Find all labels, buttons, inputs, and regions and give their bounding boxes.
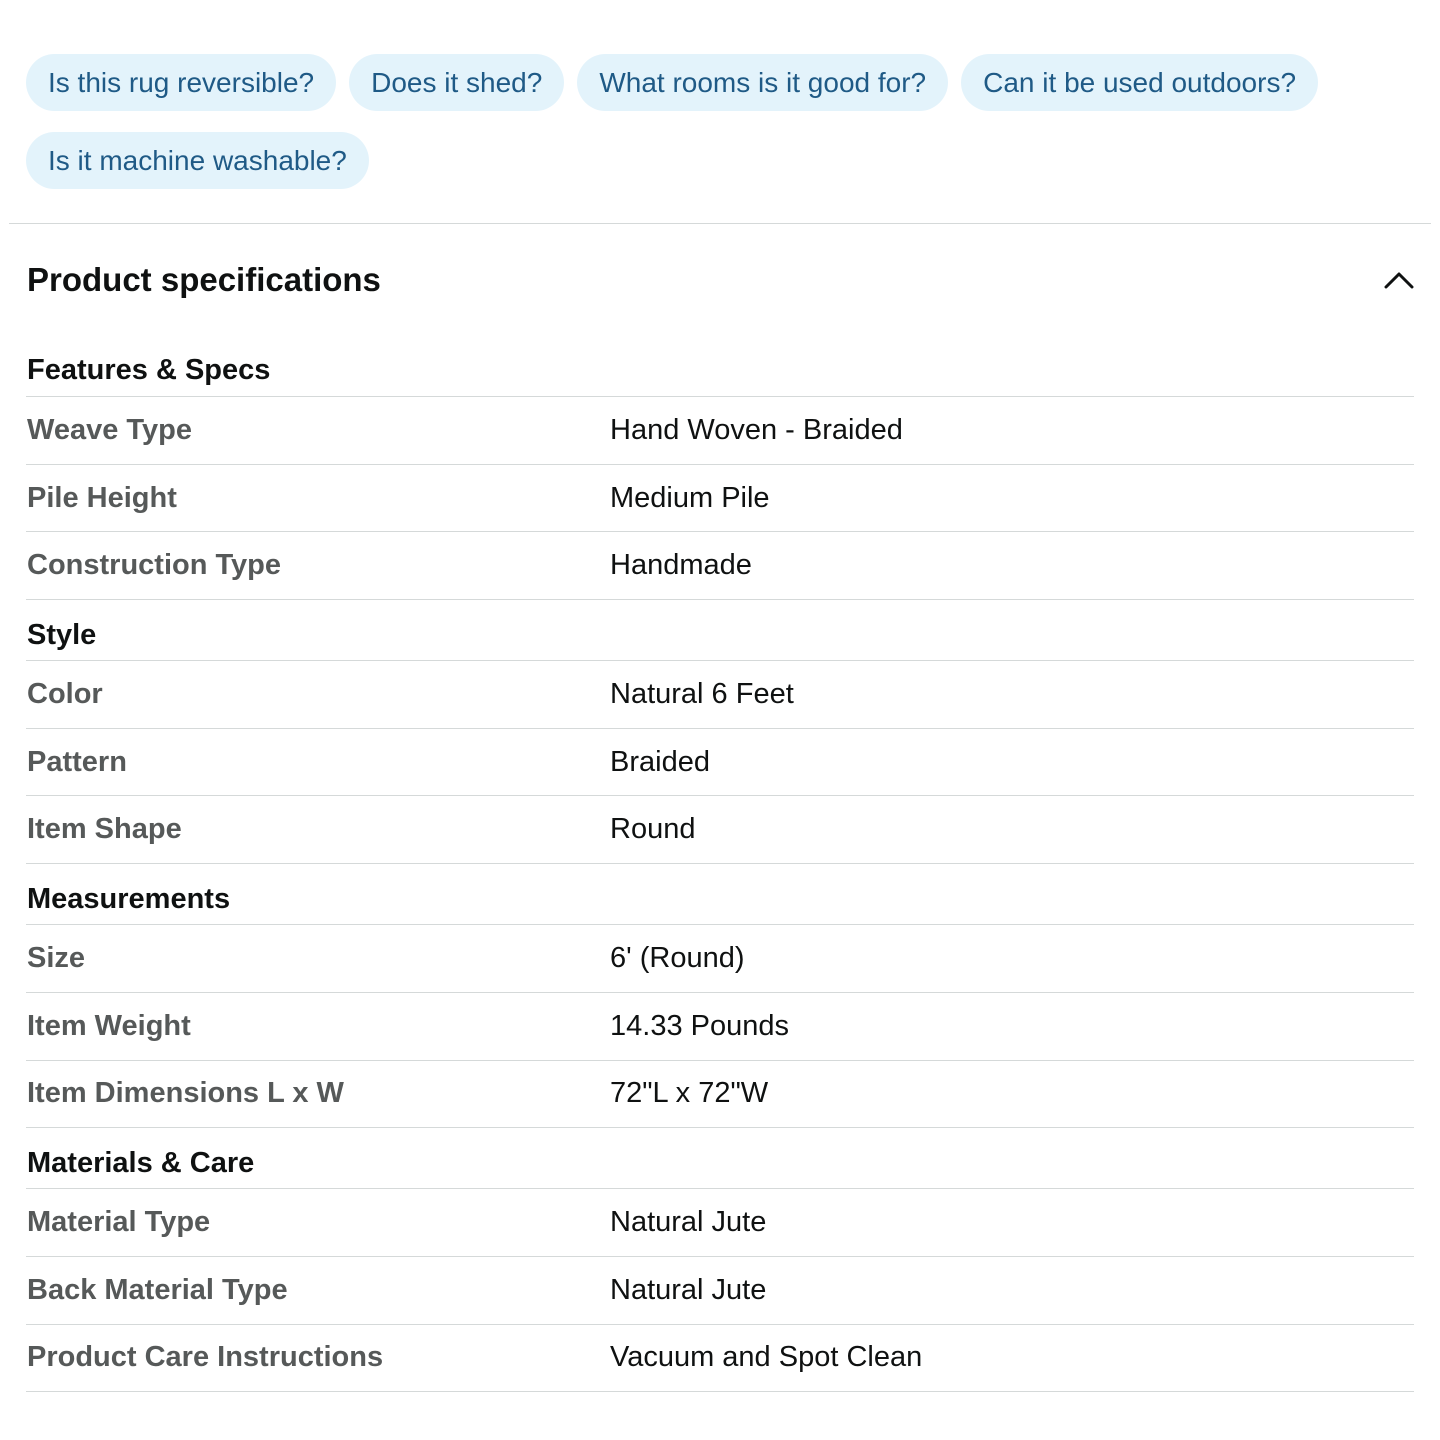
spec-label: Material Type (27, 1206, 211, 1239)
spec-value: Natural 6 Feet (610, 677, 794, 710)
spec-label: Product Care Instructions (27, 1341, 384, 1374)
group-title: Materials & Care (26, 1128, 1414, 1190)
table-row: Size 6' (Round) (26, 925, 1414, 993)
spec-value: Medium Pile (610, 481, 770, 514)
spec-value: Vacuum and Spot Clean (610, 1341, 923, 1374)
spec-label: Pile Height (27, 481, 177, 514)
table-row: Item Dimensions L x W 72"L x 72"W (26, 1061, 1414, 1129)
table-row: Color Natural 6 Feet (26, 661, 1414, 729)
question-chips: Is this rug reversible? Does it shed? Wh… (26, 54, 1406, 189)
table-row: Item Shape Round (26, 796, 1414, 865)
table-row: Item Weight 14.33 Pounds (26, 993, 1414, 1061)
table-row: Back Material Type Natural Jute (26, 1257, 1414, 1325)
table-row: Product Care Instructions Vacuum and Spo… (26, 1325, 1414, 1393)
divider (9, 223, 1431, 224)
question-chip[interactable]: Can it be used outdoors? (961, 54, 1319, 111)
spec-value: Handmade (610, 549, 752, 582)
group-title: Style (26, 600, 1414, 662)
spec-table: Features & Specs Weave Type Hand Woven -… (26, 336, 1414, 1393)
table-row: Pile Height Medium Pile (26, 465, 1414, 533)
spec-value: Natural Jute (610, 1273, 767, 1306)
table-row: Construction Type Handmade (26, 532, 1414, 601)
spec-label: Item Dimensions L x W (27, 1077, 344, 1110)
spec-label: Weave Type (27, 413, 192, 446)
spec-value: Braided (610, 745, 710, 778)
table-row: Weave Type Hand Woven - Braided (26, 397, 1414, 465)
product-specifications-toggle[interactable]: Product specifications (27, 252, 1417, 308)
spec-label: Color (27, 677, 103, 710)
table-row: Pattern Braided (26, 729, 1414, 797)
table-row: Material Type Natural Jute (26, 1189, 1414, 1257)
spec-value: Round (610, 813, 696, 846)
spec-label: Back Material Type (27, 1273, 288, 1306)
spec-value: 72"L x 72"W (610, 1077, 769, 1110)
spec-value: Hand Woven - Braided (610, 413, 903, 446)
spec-label: Item Shape (27, 813, 182, 846)
chevron-up-icon[interactable] (1381, 262, 1417, 298)
question-chip[interactable]: Does it shed? (349, 54, 565, 111)
question-chip[interactable]: Is it machine washable? (26, 132, 369, 189)
section-title: Product specifications (27, 261, 381, 298)
question-chip[interactable]: Is this rug reversible? (26, 54, 337, 111)
spec-label: Size (27, 941, 86, 974)
product-specs-page: Is this rug reversible? Does it shed? Wh… (0, 0, 1440, 1440)
spec-label: Construction Type (27, 549, 282, 582)
group-title: Features & Specs (26, 336, 1414, 397)
spec-value: 14.33 Pounds (610, 1009, 789, 1042)
spec-value: 6' (Round) (610, 941, 745, 974)
spec-label: Item Weight (27, 1009, 191, 1042)
spec-value: Natural Jute (610, 1206, 767, 1239)
group-title: Measurements (26, 864, 1414, 926)
spec-label: Pattern (27, 745, 127, 778)
question-chip[interactable]: What rooms is it good for? (577, 54, 949, 111)
